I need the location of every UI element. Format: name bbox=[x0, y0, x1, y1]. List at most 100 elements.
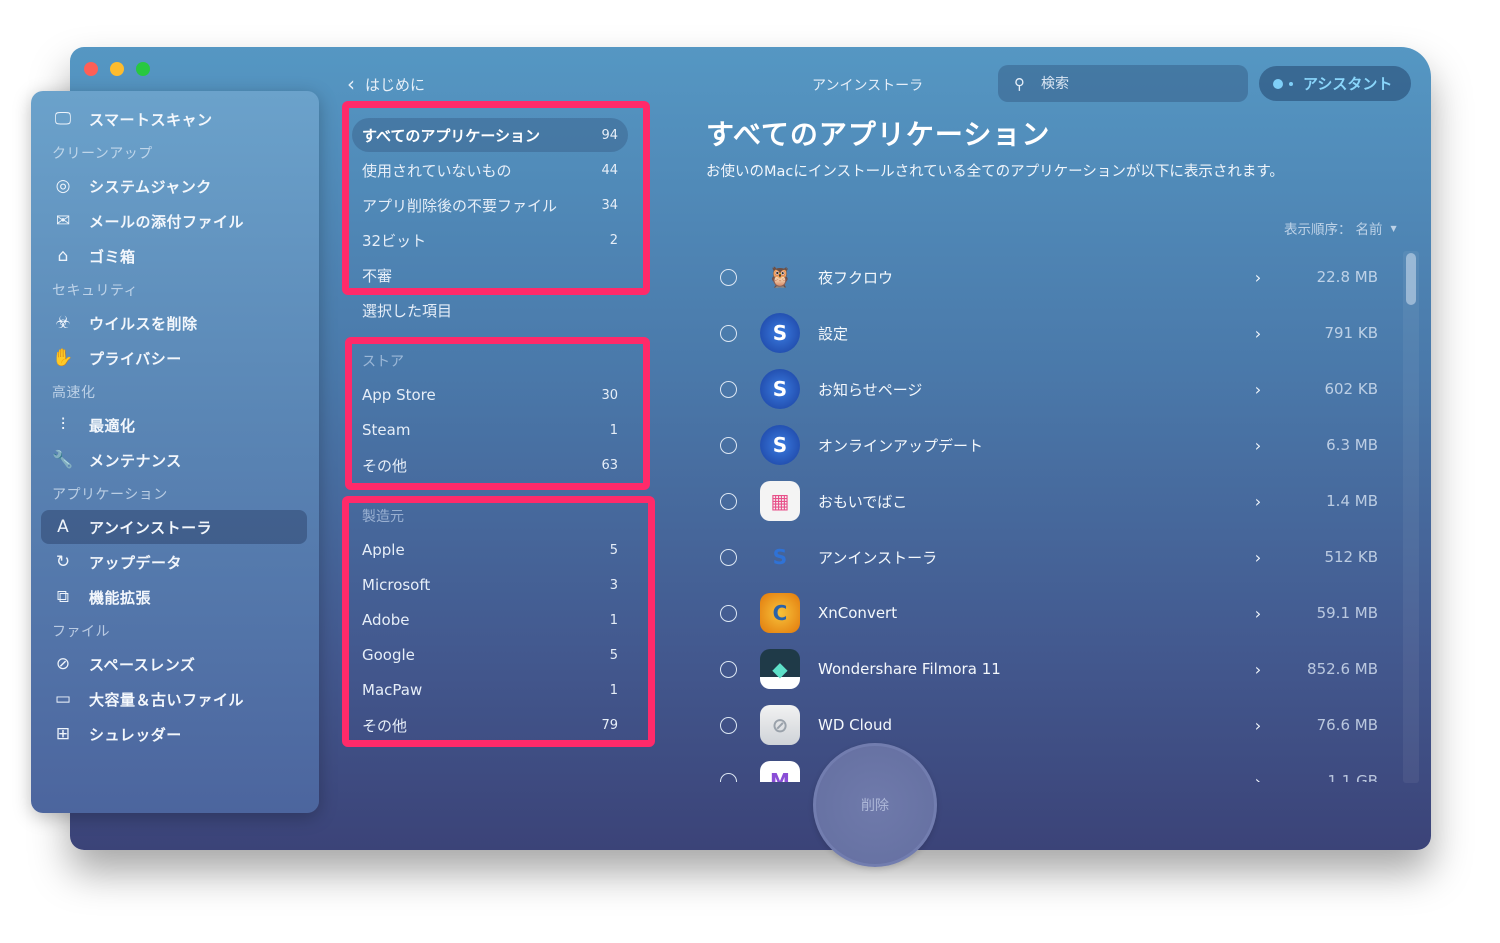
sidebar-item-label: アンインストーラ bbox=[89, 518, 213, 537]
sidebar-item-label: 最適化 bbox=[89, 416, 136, 435]
chevron-right-icon[interactable]: › bbox=[1248, 268, 1268, 287]
window-title: アンインストーラ bbox=[812, 78, 924, 94]
sidebar-item-trash[interactable]: ⌂ ゴミ箱 bbox=[41, 239, 307, 273]
page-title: すべてのアプリケーション bbox=[706, 118, 1051, 151]
select-checkbox[interactable] bbox=[720, 772, 737, 782]
filter-label: Microsoft bbox=[362, 576, 431, 594]
shredder-icon: ⊞ bbox=[55, 724, 71, 744]
app-row[interactable]: S 設定 › 791 KB bbox=[700, 305, 1400, 361]
scansnap-settings-icon: S bbox=[760, 313, 800, 353]
filter-item[interactable]: 選択した項目 bbox=[352, 293, 628, 327]
app-row[interactable]: ⊘ WD Cloud › 76.6 MB bbox=[700, 697, 1400, 753]
app-size: 1.1 GB bbox=[1327, 772, 1378, 782]
filter-label: Adobe bbox=[362, 611, 410, 629]
chevron-right-icon[interactable]: › bbox=[1248, 492, 1268, 511]
sidebar-item-sliders[interactable]: ⫶ 最適化 bbox=[41, 408, 307, 442]
filter-item[interactable]: すべてのアプリケーション 94 bbox=[352, 118, 628, 152]
vendor-header: 製造元 bbox=[362, 509, 404, 525]
chevron-right-icon[interactable]: › bbox=[1248, 660, 1268, 679]
filter-count: 5 bbox=[609, 542, 618, 558]
filter-item[interactable]: Google 5 bbox=[352, 638, 628, 672]
filter-count: 1 bbox=[609, 612, 618, 628]
filter-item[interactable]: 不審 bbox=[352, 258, 628, 292]
sidebar-item-puzzle[interactable]: ⧉ 機能拡張 bbox=[41, 580, 307, 614]
filter-count: 44 bbox=[601, 162, 618, 178]
select-checkbox[interactable] bbox=[720, 436, 737, 454]
sidebar-item-hand[interactable]: ✋ プライバシー bbox=[41, 341, 307, 375]
sidebar-item-space-lens[interactable]: ⊘ スペースレンズ bbox=[41, 647, 307, 681]
app-name: アンインストーラ bbox=[818, 548, 938, 567]
xnconvert-icon: C bbox=[760, 593, 800, 633]
filter-item[interactable]: Microsoft 3 bbox=[352, 568, 628, 602]
zoom-button[interactable] bbox=[136, 62, 150, 76]
app-size: 852.6 MB bbox=[1307, 660, 1378, 678]
select-checkbox[interactable] bbox=[720, 268, 737, 286]
search-field[interactable]: ⚲ bbox=[998, 65, 1248, 102]
sidebar-item-system-junk[interactable]: ◎ システムジャンク bbox=[41, 169, 307, 203]
filter-item[interactable]: 32ビット 2 bbox=[352, 223, 628, 257]
sidebar-item-mail[interactable]: ✉ メールの添付ファイル bbox=[41, 204, 307, 238]
delete-button[interactable]: 削除 bbox=[813, 743, 937, 867]
sort-value: 名前 bbox=[1355, 222, 1383, 238]
filter-count: 2 bbox=[609, 232, 618, 248]
app-row[interactable]: M › 1.1 GB bbox=[700, 753, 1400, 782]
sidebar-item-uninstaller[interactable]: A アンインストーラ bbox=[41, 510, 307, 544]
app-row[interactable]: ▦ おもいでばこ › 1.4 MB bbox=[700, 473, 1400, 529]
select-checkbox[interactable] bbox=[720, 660, 737, 678]
omoidebako-icon: ▦ bbox=[760, 481, 800, 521]
chevron-right-icon[interactable]: › bbox=[1248, 604, 1268, 623]
assistant-label: アシスタント bbox=[1303, 75, 1393, 93]
select-checkbox[interactable] bbox=[720, 548, 737, 566]
filter-label: その他 bbox=[362, 716, 408, 735]
scrollbar[interactable] bbox=[1403, 251, 1419, 783]
app-row[interactable]: S お知らせページ › 602 KB bbox=[700, 361, 1400, 417]
sidebar-item-wrench[interactable]: 🔧 メンテナンス bbox=[41, 443, 307, 477]
chevron-right-icon[interactable]: › bbox=[1248, 436, 1268, 455]
filter-item[interactable]: App Store 30 bbox=[352, 378, 628, 412]
sort-dropdown[interactable]: 表示順序： 名前 ▼ bbox=[1284, 218, 1397, 238]
filter-item[interactable]: その他 79 bbox=[352, 708, 628, 742]
sidebar-item-biohazard[interactable]: ☣ ウイルスを削除 bbox=[41, 306, 307, 340]
chevron-right-icon[interactable]: › bbox=[1248, 380, 1268, 399]
app-row[interactable]: ◆ Wondershare Filmora 11 › 852.6 MB bbox=[700, 641, 1400, 697]
chevron-right-icon[interactable]: › bbox=[1248, 324, 1268, 343]
filter-count: 34 bbox=[601, 197, 618, 213]
app-row[interactable]: 🦉 夜フクロウ › 22.8 MB bbox=[700, 249, 1400, 305]
app-row[interactable]: C XnConvert › 59.1 MB bbox=[700, 585, 1400, 641]
app-row[interactable]: S アンインストーラ › 512 KB bbox=[700, 529, 1400, 585]
filter-item[interactable]: その他 63 bbox=[352, 448, 628, 482]
filter-item[interactable]: 使用されていないもの 44 bbox=[352, 153, 628, 187]
filter-item[interactable]: Steam 1 bbox=[352, 413, 628, 447]
sidebar-item-label: シュレッダー bbox=[89, 725, 182, 744]
app-row[interactable]: S オンラインアップデート › 6.3 MB bbox=[700, 417, 1400, 473]
window-controls bbox=[84, 62, 150, 76]
back-button[interactable]: ‹ はじめに bbox=[347, 72, 425, 96]
filter-item[interactable]: アプリ削除後の不要ファイル 34 bbox=[352, 188, 628, 222]
minimize-button[interactable] bbox=[110, 62, 124, 76]
assistant-button[interactable]: アシスタント bbox=[1259, 66, 1411, 101]
sidebar-item-folder[interactable]: ▭ 大容量＆古いファイル bbox=[41, 682, 307, 716]
select-checkbox[interactable] bbox=[720, 324, 737, 342]
filter-label: 不審 bbox=[362, 266, 393, 285]
select-checkbox[interactable] bbox=[720, 716, 737, 734]
search-input[interactable] bbox=[1039, 74, 1223, 93]
sidebar-item-monitor[interactable]: 🖵 スマートスキャン bbox=[41, 102, 307, 136]
sidebar-item-label: プライバシー bbox=[89, 349, 182, 368]
filter-label: 選択した項目 bbox=[362, 301, 453, 320]
select-checkbox[interactable] bbox=[720, 492, 737, 510]
chevron-right-icon[interactable]: › bbox=[1248, 716, 1268, 735]
select-checkbox[interactable] bbox=[720, 604, 737, 622]
close-button[interactable] bbox=[84, 62, 98, 76]
sidebar-item-updater[interactable]: ↻ アップデータ bbox=[41, 545, 307, 579]
scrollbar-thumb[interactable] bbox=[1406, 253, 1416, 305]
chevron-right-icon[interactable]: › bbox=[1248, 772, 1268, 783]
system-junk-icon: ◎ bbox=[55, 176, 71, 196]
select-checkbox[interactable] bbox=[720, 380, 737, 398]
filter-item[interactable]: Apple 5 bbox=[352, 533, 628, 567]
app-name: 夜フクロウ bbox=[818, 268, 894, 287]
sidebar-item-shredder[interactable]: ⊞ シュレッダー bbox=[41, 717, 307, 751]
filter-item[interactable]: MacPaw 1 bbox=[352, 673, 628, 707]
filter-item[interactable]: Adobe 1 bbox=[352, 603, 628, 637]
space-lens-icon: ⊘ bbox=[55, 654, 71, 674]
chevron-right-icon[interactable]: › bbox=[1248, 548, 1268, 567]
